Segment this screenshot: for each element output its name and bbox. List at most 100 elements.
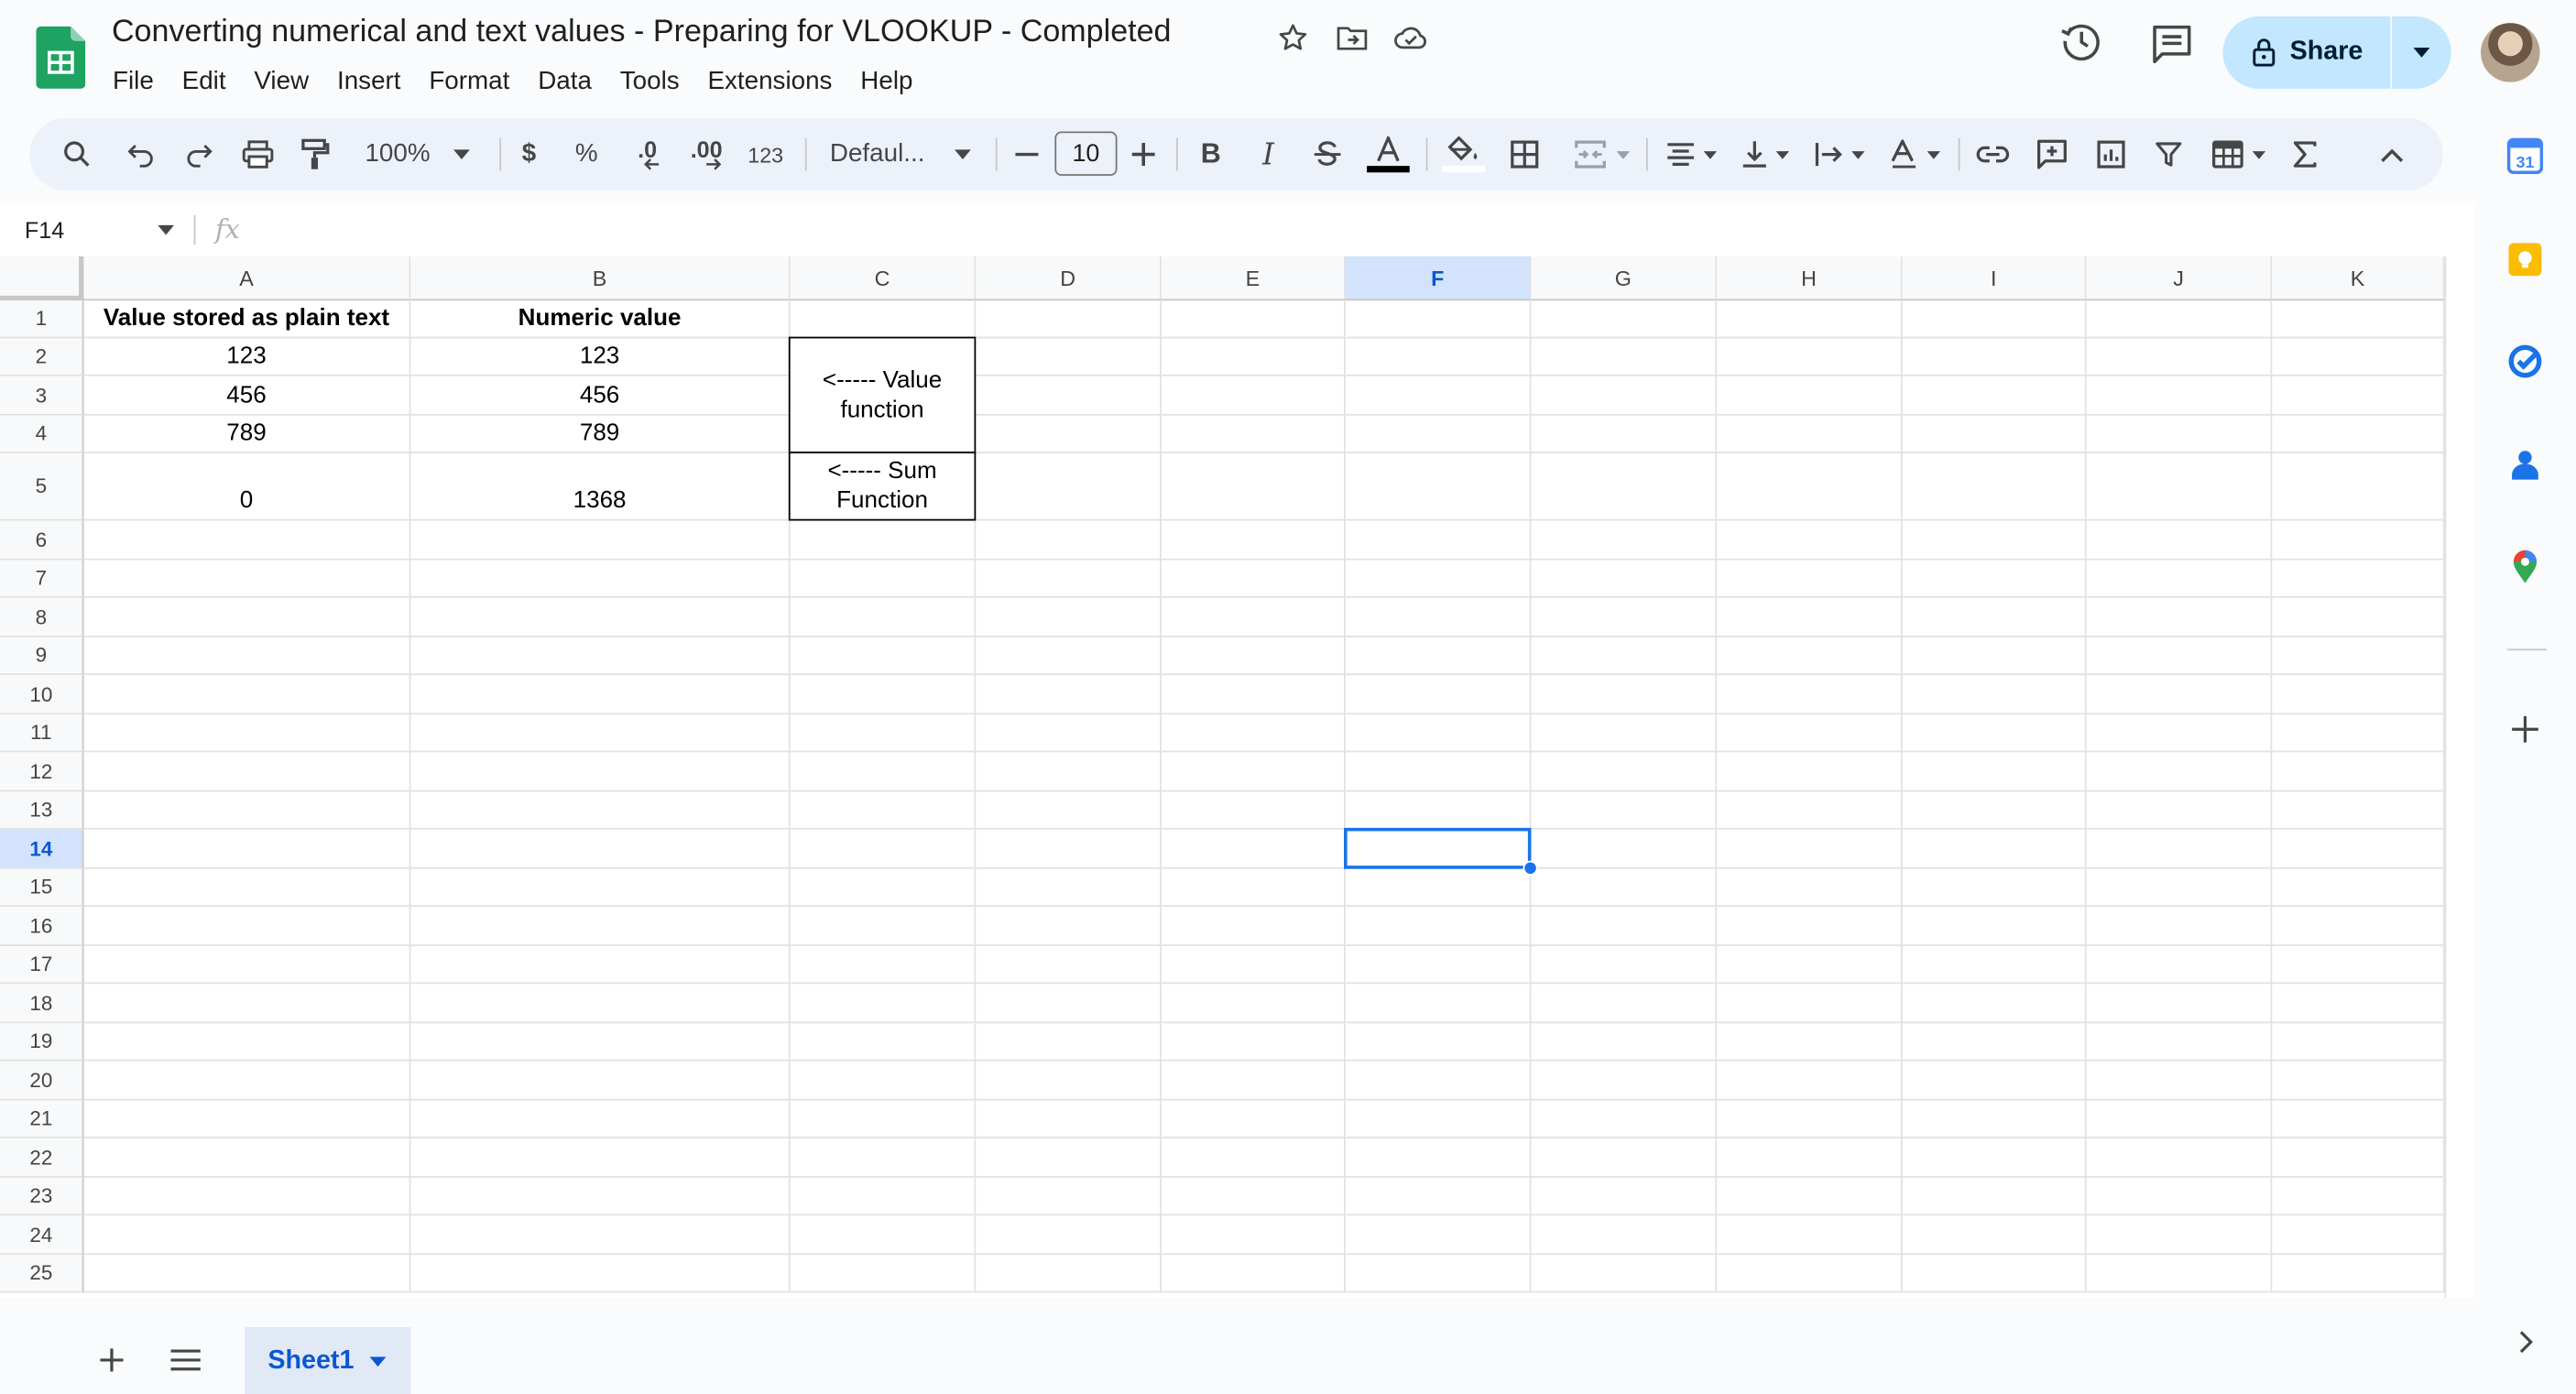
- cell-a18[interactable]: [83, 984, 411, 1024]
- cell-f17[interactable]: [1345, 945, 1532, 985]
- row-header-24[interactable]: 24: [0, 1215, 84, 1256]
- spreadsheet-grid[interactable]: A B C D E F G H I J K 1 2 3 4 5 6 7 8 9 10 11 12 13 14 15 16 17 18 19…: [0, 256, 2474, 1298]
- cell-d3[interactable]: [976, 376, 1162, 416]
- cell-j7[interactable]: [2086, 560, 2273, 598]
- cell-h7[interactable]: [1717, 560, 1903, 598]
- decrease-font-size-button[interactable]: [1010, 118, 1043, 191]
- cell-c9[interactable]: [790, 637, 977, 676]
- cell-e18[interactable]: [1161, 984, 1346, 1024]
- row-header-13[interactable]: 13: [0, 791, 84, 830]
- cell-c22[interactable]: [790, 1138, 977, 1178]
- cell-f21[interactable]: [1345, 1100, 1532, 1138]
- cell-b1[interactable]: Numeric value: [410, 300, 791, 339]
- cell-k13[interactable]: [2272, 791, 2445, 830]
- cell-h4[interactable]: [1717, 415, 1903, 453]
- insert-link-button[interactable]: [1973, 118, 2013, 191]
- cell-c25[interactable]: [790, 1255, 977, 1293]
- cell-e22[interactable]: [1161, 1138, 1346, 1178]
- print-icon[interactable]: [238, 118, 278, 191]
- cell-g17[interactable]: [1531, 945, 1718, 985]
- cell-f15[interactable]: [1345, 868, 1532, 907]
- cell-f5[interactable]: [1345, 452, 1532, 521]
- cell-a15[interactable]: [83, 868, 411, 907]
- keep-icon[interactable]: [2507, 242, 2543, 278]
- cell-c14[interactable]: [790, 829, 977, 869]
- cell-f23[interactable]: [1345, 1177, 1532, 1216]
- cell-d8[interactable]: [976, 597, 1162, 637]
- cell-i8[interactable]: [1902, 597, 2087, 637]
- cell-h15[interactable]: [1717, 868, 1903, 907]
- cell-j11[interactable]: [2086, 714, 2273, 753]
- cell-d2[interactable]: [976, 338, 1162, 376]
- cell-h20[interactable]: [1717, 1061, 1903, 1101]
- cell-b6[interactable]: [410, 520, 791, 561]
- cell-c13[interactable]: [790, 791, 977, 830]
- cell-a10[interactable]: [83, 675, 411, 715]
- cell-e14[interactable]: [1161, 829, 1346, 869]
- undo-icon[interactable]: [124, 118, 159, 191]
- column-header-g[interactable]: G: [1531, 256, 1718, 301]
- cell-f11[interactable]: [1345, 714, 1532, 753]
- cell-i25[interactable]: [1902, 1255, 2087, 1293]
- row-header-15[interactable]: 15: [0, 868, 84, 907]
- cell-g13[interactable]: [1531, 791, 1718, 830]
- cell-f8[interactable]: [1345, 597, 1532, 637]
- cell-i1[interactable]: [1902, 300, 2087, 339]
- cell-k2[interactable]: [2272, 338, 2445, 376]
- cell-h16[interactable]: [1717, 906, 1903, 946]
- document-title[interactable]: Converting numerical and text values - P…: [112, 15, 1172, 50]
- column-header-c[interactable]: C: [790, 256, 977, 301]
- formula-input[interactable]: [263, 203, 2464, 256]
- cell-a12[interactable]: [83, 752, 411, 792]
- cell-b9[interactable]: [410, 637, 791, 676]
- cell-g15[interactable]: [1531, 868, 1718, 907]
- row-header-9[interactable]: 9: [0, 637, 84, 676]
- cell-a3[interactable]: 456: [83, 376, 411, 416]
- cell-g8[interactable]: [1531, 597, 1718, 637]
- cell-h22[interactable]: [1717, 1138, 1903, 1178]
- cell-i19[interactable]: [1902, 1023, 2087, 1062]
- cell-j17[interactable]: [2086, 945, 2273, 985]
- cell-j5[interactable]: [2086, 452, 2273, 521]
- cell-d1[interactable]: [976, 300, 1162, 339]
- row-header-4[interactable]: 4: [0, 415, 84, 453]
- format-currency-button[interactable]: $: [513, 118, 546, 191]
- cell-b23[interactable]: [410, 1177, 791, 1216]
- cell-k20[interactable]: [2272, 1061, 2445, 1101]
- cell-e10[interactable]: [1161, 675, 1346, 715]
- cell-j18[interactable]: [2086, 984, 2273, 1024]
- cell-e17[interactable]: [1161, 945, 1346, 985]
- cell-f25[interactable]: [1345, 1255, 1532, 1293]
- cell-f7[interactable]: [1345, 560, 1532, 598]
- cell-e11[interactable]: [1161, 714, 1346, 753]
- cell-j10[interactable]: [2086, 675, 2273, 715]
- cell-c23[interactable]: [790, 1177, 977, 1216]
- cell-e25[interactable]: [1161, 1255, 1346, 1293]
- cell-c11[interactable]: [790, 714, 977, 753]
- cell-d9[interactable]: [976, 637, 1162, 676]
- cell-a22[interactable]: [83, 1138, 411, 1178]
- share-dropdown-button[interactable]: [2392, 48, 2451, 58]
- cell-k8[interactable]: [2272, 597, 2445, 637]
- contacts-icon[interactable]: [2507, 447, 2543, 483]
- cell-g18[interactable]: [1531, 984, 1718, 1024]
- cell-k15[interactable]: [2272, 868, 2445, 907]
- cell-h24[interactable]: [1717, 1215, 1903, 1256]
- cell-g10[interactable]: [1531, 675, 1718, 715]
- cell-a20[interactable]: [83, 1061, 411, 1101]
- chevron-right-icon[interactable]: [2507, 1323, 2543, 1359]
- row-header-21[interactable]: 21: [0, 1100, 84, 1138]
- menu-insert[interactable]: Insert: [323, 66, 415, 99]
- row-header-19[interactable]: 19: [0, 1023, 84, 1062]
- menu-extensions[interactable]: Extensions: [693, 66, 846, 99]
- cell-j13[interactable]: [2086, 791, 2273, 830]
- row-header-5[interactable]: 5: [0, 452, 84, 521]
- cell-f9[interactable]: [1345, 637, 1532, 676]
- row-header-11[interactable]: 11: [0, 714, 84, 753]
- cell-a5[interactable]: 0: [83, 452, 411, 521]
- cell-k4[interactable]: [2272, 415, 2445, 453]
- tasks-icon[interactable]: [2507, 343, 2543, 379]
- cell-k16[interactable]: [2272, 906, 2445, 946]
- cell-a16[interactable]: [83, 906, 411, 946]
- cell-d16[interactable]: [976, 906, 1162, 946]
